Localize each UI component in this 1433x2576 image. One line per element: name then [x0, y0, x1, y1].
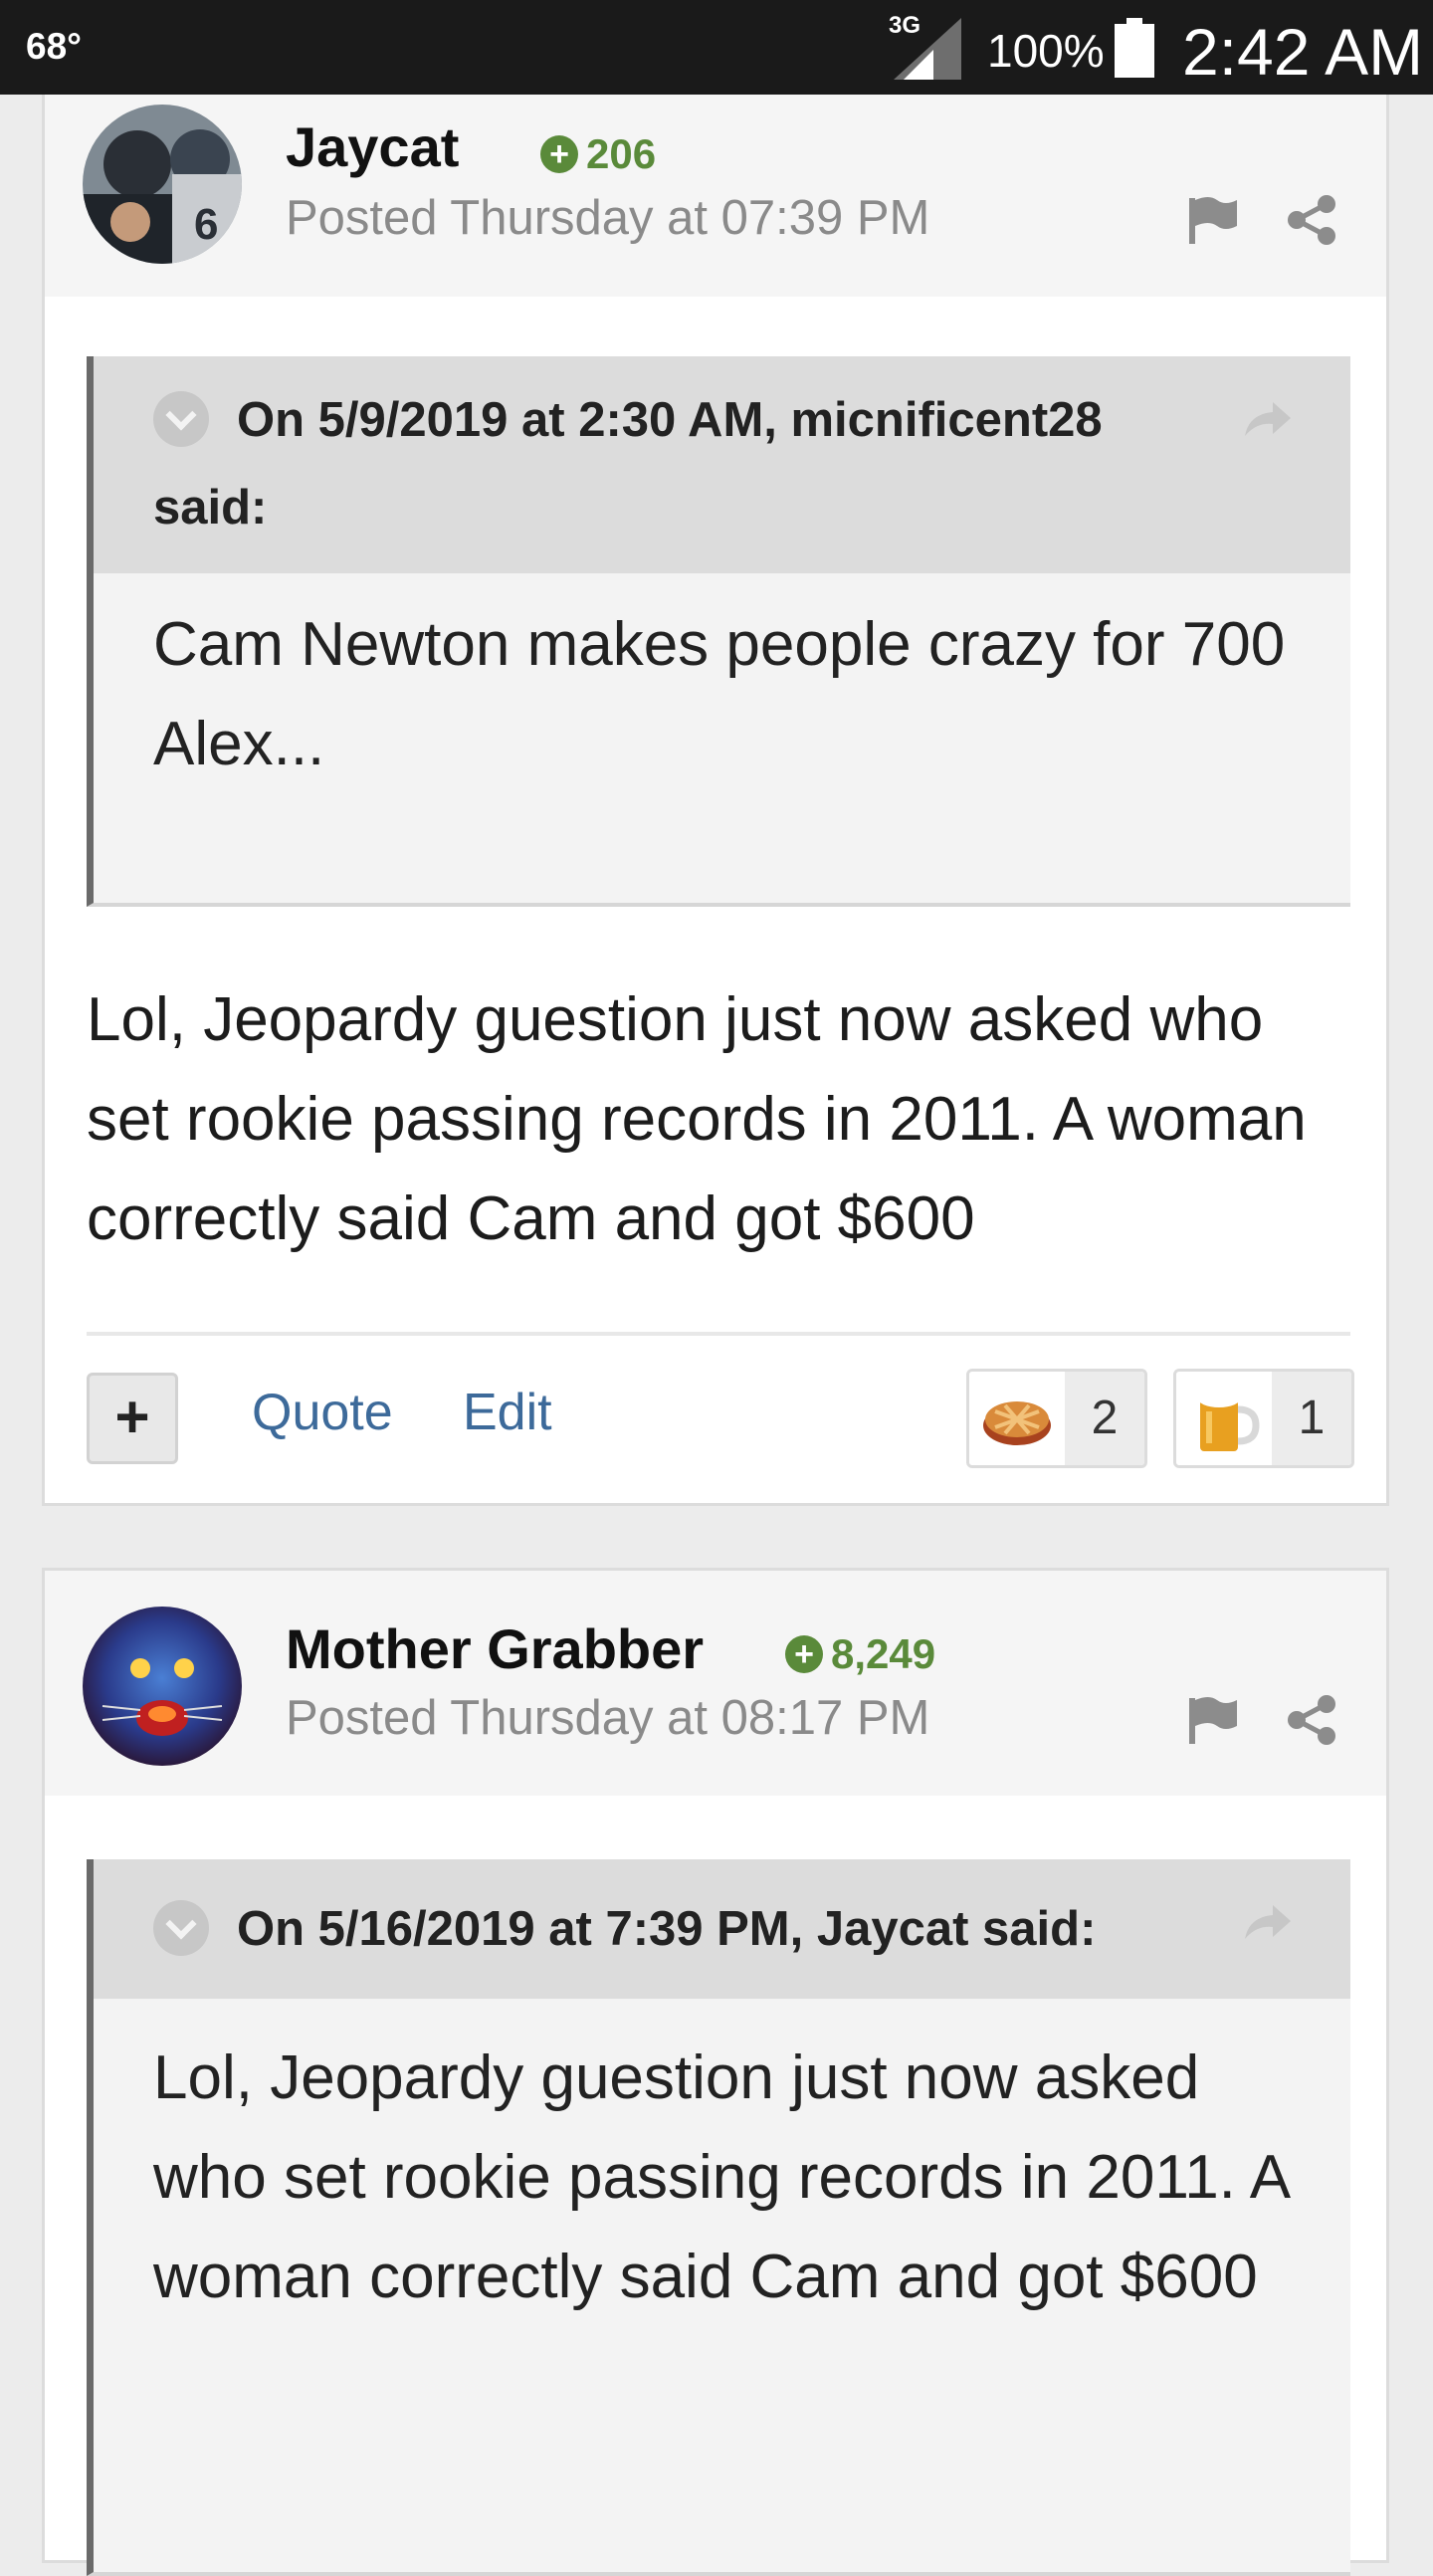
- multiquote-button[interactable]: +: [87, 1373, 178, 1464]
- post-card: Mother Grabber + 8,249 Posted Thursday a…: [42, 1568, 1389, 2576]
- flag-icon[interactable]: [1185, 1692, 1241, 1748]
- share-icon[interactable]: [1285, 192, 1340, 248]
- share-arrow-icon[interactable]: [1239, 392, 1295, 448]
- svg-text:6: 6: [194, 200, 218, 249]
- temperature-text: 68°: [26, 26, 82, 67]
- quote-citation: On 5/9/2019 at 2:30 AM, micnificent28: [237, 393, 1103, 447]
- share-arrow-icon[interactable]: [1239, 1895, 1295, 1951]
- edit-button[interactable]: Edit: [463, 1383, 552, 1442]
- post-header: 6 Jaycat + 206 Posted Thursday at 07:39 …: [45, 95, 1386, 297]
- quote-said: said:: [153, 481, 268, 535]
- chevron-down-icon[interactable]: [153, 391, 209, 448]
- quote-header: On 5/9/2019 at 2:30 AM, micnificent28 sa…: [94, 356, 1350, 573]
- share-icon[interactable]: [1285, 1692, 1340, 1748]
- quote-header: On 5/16/2019 at 7:39 PM, Jaycat said:: [94, 1859, 1350, 1999]
- clock: 2:42 AM: [1182, 15, 1424, 89]
- chevron-down-icon[interactable]: [153, 1900, 209, 1957]
- reputation-badge: + 8,249: [785, 1630, 935, 1678]
- reaction-count: 2: [1065, 1372, 1144, 1465]
- post-timestamp[interactable]: Posted Thursday at 08:17 PM: [286, 1690, 929, 1746]
- reputation-count: 206: [586, 130, 657, 177]
- pie-icon: [969, 1372, 1065, 1465]
- post-body: Lol, Jeopardy guestion just now asked wh…: [87, 985, 1307, 1253]
- quote-citation: On 5/16/2019 at 7:39 PM, Jaycat said:: [237, 1902, 1097, 1956]
- plus-circle-icon: +: [785, 1635, 823, 1673]
- reaction-count: 1: [1272, 1372, 1351, 1465]
- quote-block: On 5/16/2019 at 7:39 PM, Jaycat said: Lo…: [87, 1859, 1350, 2576]
- beer-icon: [1176, 1372, 1272, 1465]
- reputation-badge: + 206: [540, 130, 656, 178]
- status-bar: 68° 3G 100% 2:42 AM: [0, 0, 1433, 95]
- battery-percent: 100%: [987, 25, 1105, 77]
- reputation-count: 8,249: [831, 1630, 936, 1677]
- quote-text: Cam Newton makes people crazy for 700 Al…: [153, 610, 1286, 778]
- network-type: 3G: [889, 12, 921, 39]
- reaction-pie[interactable]: 2: [966, 1369, 1147, 1468]
- avatar[interactable]: 6: [83, 105, 242, 264]
- battery-icon: [1115, 18, 1154, 78]
- flag-icon[interactable]: [1185, 192, 1241, 248]
- avatar[interactable]: [83, 1607, 242, 1766]
- post-header: Mother Grabber + 8,249 Posted Thursday a…: [45, 1571, 1386, 1796]
- divider: [87, 1332, 1350, 1336]
- post-timestamp[interactable]: Posted Thursday at 07:39 PM: [286, 190, 929, 246]
- author-name[interactable]: Mother Grabber: [286, 1616, 704, 1681]
- plus-circle-icon: +: [540, 135, 578, 173]
- quote-text: Lol, Jeopardy guestion just now asked wh…: [153, 2043, 1288, 2311]
- quote-block: On 5/9/2019 at 2:30 AM, micnificent28 sa…: [87, 356, 1350, 907]
- reaction-beer[interactable]: 1: [1173, 1369, 1354, 1468]
- quote-button[interactable]: Quote: [252, 1383, 393, 1442]
- author-name[interactable]: Jaycat: [286, 114, 459, 179]
- post-card: 6 Jaycat + 206 Posted Thursday at 07:39 …: [42, 95, 1389, 1506]
